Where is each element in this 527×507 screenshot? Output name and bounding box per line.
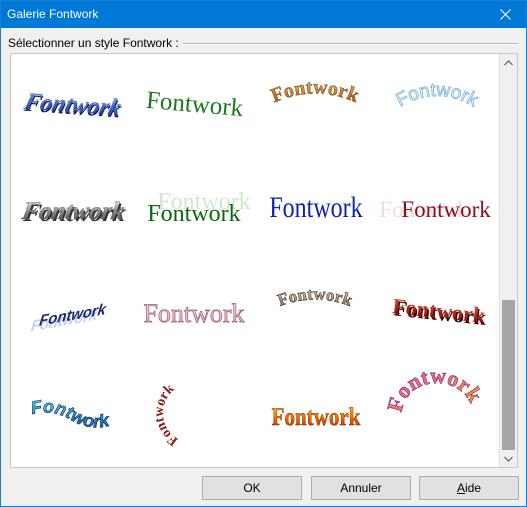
- fontwork-text: Fontwork: [147, 201, 240, 227]
- fontwork-text: Fontwork: [391, 293, 487, 328]
- fontwork-style-green-serif[interactable]: Fontwork: [133, 54, 255, 157]
- help-button[interactable]: Aide: [419, 476, 519, 500]
- fontwork-preview: Fontwork: [268, 76, 363, 108]
- fontwork-style-orange-gradient[interactable]: Fontwork: [255, 363, 377, 466]
- fontwork-preview: Fontwork: [29, 395, 112, 431]
- vertical-scrollbar[interactable]: [499, 54, 517, 467]
- ok-button[interactable]: OK: [202, 476, 302, 500]
- fontwork-preview: Fontwork Fontwork: [147, 189, 250, 227]
- fontwork-text: Fontwork: [401, 197, 491, 222]
- title-bar: Galerie Fontwork: [1, 1, 526, 28]
- fontwork-text: Fontwork: [393, 79, 482, 111]
- scroll-down-arrow[interactable]: [500, 450, 517, 467]
- section-divider: [181, 43, 518, 45]
- chevron-up-icon: [504, 59, 513, 65]
- fontwork-preview: Fontwork: [145, 86, 245, 121]
- fontwork-text: Fontwork: [269, 190, 363, 223]
- fontwork-preview: Fontwork: [143, 298, 245, 328]
- fontwork-preview: Fontwork Fontwork: [379, 197, 491, 222]
- fontwork-preview: Fontwork Fontwork: [391, 293, 488, 330]
- fontwork-preview: Fontwork: [269, 190, 363, 223]
- fontwork-style-orange-arch-up[interactable]: Fontwork: [255, 54, 377, 157]
- fontwork-text: Fontwork: [382, 362, 488, 413]
- fontwork-text: Fontwork: [268, 76, 363, 107]
- fontwork-style-brown-arch[interactable]: Fontwork: [255, 260, 377, 363]
- fontwork-style-red-circle-arc[interactable]: Fontwork: [133, 363, 255, 466]
- fontwork-gallery: Fontwork Fontwork Fontwork Fontwork Font…: [10, 53, 518, 468]
- fontwork-preview: Fontwork Fontwork: [20, 87, 125, 123]
- fontwork-text: Fontwork: [275, 284, 355, 310]
- fontwork-text: Fontwork: [152, 381, 181, 448]
- fontwork-grid: Fontwork Fontwork Fontwork Fontwork Font…: [11, 54, 499, 467]
- fontwork-gallery-dialog: Galerie Fontwork Sélectionner un style F…: [0, 0, 527, 507]
- fontwork-style-gray-3d-italic[interactable]: Fontwork Fontwork: [11, 157, 133, 260]
- fontwork-style-magenta-circle[interactable]: Fontwork: [377, 362, 499, 466]
- chevron-down-icon: [504, 456, 513, 462]
- fontwork-style-pink-outline[interactable]: Fontwork: [133, 260, 255, 363]
- fontwork-text: Fontwork: [145, 86, 245, 121]
- fontwork-style-blue-perspective[interactable]: Fontwork Fontwork: [11, 260, 133, 363]
- scrollbar-thumb[interactable]: [502, 300, 515, 450]
- fontwork-style-blue-serif[interactable]: Fontwork: [255, 157, 377, 260]
- scroll-up-arrow[interactable]: [500, 54, 517, 71]
- fontwork-text: Fontwork: [29, 396, 111, 431]
- fontwork-style-red-3d[interactable]: Fontwork Fontwork: [377, 260, 499, 363]
- fontwork-preview: Fontwork Fontwork: [19, 197, 128, 226]
- fontwork-preview: Fontwork: [382, 362, 489, 414]
- close-button[interactable]: [484, 1, 526, 28]
- fontwork-style-light-blue-outline-arch[interactable]: Fontwork: [377, 54, 499, 157]
- fontwork-style-dark-red-shadow[interactable]: Fontwork Fontwork: [377, 157, 499, 260]
- cancel-button[interactable]: Annuler: [311, 476, 411, 500]
- fontwork-preview: Fontwork: [152, 381, 181, 448]
- close-icon: [499, 9, 511, 20]
- fontwork-style-blue-3d-arch[interactable]: Fontwork Fontwork: [11, 54, 133, 157]
- fontwork-preview: Fontwork: [392, 79, 482, 112]
- fontwork-style-green-shadow[interactable]: Fontwork Fontwork: [133, 157, 255, 260]
- fontwork-style-teal-wave-3d[interactable]: Fontwork: [11, 363, 133, 466]
- fontwork-preview: Fontwork: [271, 403, 361, 432]
- fontwork-text: Fontwork: [143, 299, 244, 328]
- section-label: Sélectionner un style Fontwork :: [8, 36, 183, 50]
- help-mnemonic: A: [456, 481, 465, 495]
- fontwork-preview: Fontwork: [275, 284, 356, 310]
- fontwork-text: Fontwork: [272, 403, 361, 431]
- help-label: ide: [465, 481, 482, 495]
- fontwork-preview: Fontwork Fontwork: [30, 300, 109, 335]
- fontwork-text: Fontwork: [19, 198, 127, 225]
- window-title: Galerie Fontwork: [7, 7, 99, 21]
